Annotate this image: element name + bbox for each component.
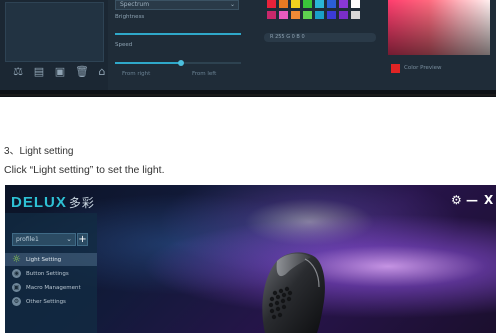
brightness-fill xyxy=(115,33,241,35)
chevron-down-icon: ⌄ xyxy=(229,1,235,8)
speed-slider[interactable] xyxy=(115,60,241,66)
profile-select[interactable]: profile1 ⌄ xyxy=(12,233,76,246)
speed-handle[interactable] xyxy=(177,60,184,66)
document-icon[interactable]: ▤ xyxy=(33,66,45,78)
sidebar-item-light-setting[interactable]: ☼ Light Setting xyxy=(5,253,97,266)
current-color-swatch xyxy=(391,64,400,73)
effect-mode-value: Spectrum xyxy=(120,1,150,8)
color-swatch[interactable] xyxy=(267,11,276,19)
chevron-down-icon: ⌄ xyxy=(66,235,72,243)
home-icon[interactable]: ⌂ xyxy=(96,66,108,78)
page: ⚖ ▤ ▣ 🗑 ⌂ Spectrum ⌄ Brightness Speed Fr… xyxy=(0,0,496,333)
light-settings-panel-screenshot: ⚖ ▤ ▣ 🗑 ⌂ Spectrum ⌄ Brightness Speed Fr… xyxy=(0,0,496,97)
close-button[interactable]: X xyxy=(484,193,493,207)
sidebar: profile1 ⌄ + ☼ Light Setting ◉ Button Se… xyxy=(5,213,97,333)
other-settings-icon: ⚙ xyxy=(12,297,21,306)
effect-controls: Spectrum ⌄ Brightness Speed From right F… xyxy=(108,0,260,90)
effect-mode-select[interactable]: Spectrum ⌄ xyxy=(115,0,239,10)
color-swatch[interactable] xyxy=(279,0,288,8)
light-icon: ☼ xyxy=(12,254,21,265)
divider xyxy=(0,94,496,96)
trash-icon[interactable]: 🗑 xyxy=(75,66,89,78)
brightness-label: Brightness xyxy=(115,14,145,20)
instruction-text: Click “Light setting” to set the light. xyxy=(4,164,165,176)
logo-text: DELUX xyxy=(11,194,67,211)
page-icon[interactable]: ▣ xyxy=(54,66,66,78)
speed-label: Speed xyxy=(115,42,133,48)
logo-cn-text: 多彩 xyxy=(68,196,95,210)
color-swatch[interactable] xyxy=(315,11,324,19)
button-icon: ◉ xyxy=(12,269,21,278)
brand-logo: DELUX 多彩 xyxy=(11,194,95,211)
mouse-image xyxy=(262,252,325,333)
color-swatch[interactable] xyxy=(279,11,288,19)
color-swatch[interactable] xyxy=(339,11,348,19)
macro-icon: ▣ xyxy=(12,283,21,292)
sidebar-item-label: Light Setting xyxy=(26,256,62,263)
direction-left-option[interactable]: From left xyxy=(192,71,216,77)
minimize-button[interactable]: — xyxy=(466,193,478,207)
color-swatch[interactable] xyxy=(291,0,300,8)
color-swatch[interactable] xyxy=(351,0,360,8)
scale-icon[interactable]: ⚖ xyxy=(12,66,24,78)
color-swatch[interactable] xyxy=(327,0,336,8)
sidebar-item-other-settings[interactable]: ⚙ Other Settings xyxy=(5,295,97,308)
section-title: 3、Light setting xyxy=(4,146,74,157)
color-picker: Color Preview xyxy=(388,0,496,90)
profile-list-panel xyxy=(5,2,104,62)
sidebar-item-label: Other Settings xyxy=(26,298,66,305)
color-swatch[interactable] xyxy=(351,11,360,19)
color-swatch[interactable] xyxy=(303,11,312,19)
profile-value: profile1 xyxy=(16,236,39,243)
color-swatch[interactable] xyxy=(291,11,300,19)
sidebar-item-macro-management[interactable]: ▣ Macro Management xyxy=(5,281,97,294)
sidebar-item-label: Macro Management xyxy=(26,284,81,291)
sidebar-toolbar: ⚖ ▤ ▣ 🗑 ⌂ xyxy=(12,66,108,78)
add-profile-button[interactable]: + xyxy=(77,233,88,246)
color-swatch[interactable] xyxy=(267,0,276,8)
current-color-label: Color Preview xyxy=(404,65,442,71)
color-swatch[interactable] xyxy=(327,11,336,19)
title-bar: DELUX 多彩 ⚙ — X xyxy=(5,185,496,213)
color-swatch[interactable] xyxy=(339,0,348,8)
app-window-screenshot: DELUX 多彩 ⚙ — X profile1 ⌄ + ☼ Light Setti… xyxy=(5,185,496,333)
swatch-grid xyxy=(267,0,360,19)
sidebar-item-button-settings[interactable]: ◉ Button Settings xyxy=(5,267,97,280)
color-swatch[interactable] xyxy=(303,0,312,8)
color-swatch[interactable] xyxy=(315,0,324,8)
brightness-slider[interactable] xyxy=(115,33,241,35)
sidebar: ⚖ ▤ ▣ 🗑 ⌂ xyxy=(0,0,108,90)
sidebar-menu: ☼ Light Setting ◉ Button Settings ▣ Macr… xyxy=(5,253,97,309)
sidebar-item-label: Button Settings xyxy=(26,270,69,277)
rgb-readout[interactable]: R 255 G 0 B 0 xyxy=(264,33,376,42)
direction-right-option[interactable]: From right xyxy=(122,71,150,77)
speed-fill xyxy=(115,62,181,64)
color-palette: R 255 G 0 B 0 xyxy=(260,0,388,90)
color-gradient-area[interactable] xyxy=(388,0,490,55)
gear-icon[interactable]: ⚙ xyxy=(451,193,462,207)
